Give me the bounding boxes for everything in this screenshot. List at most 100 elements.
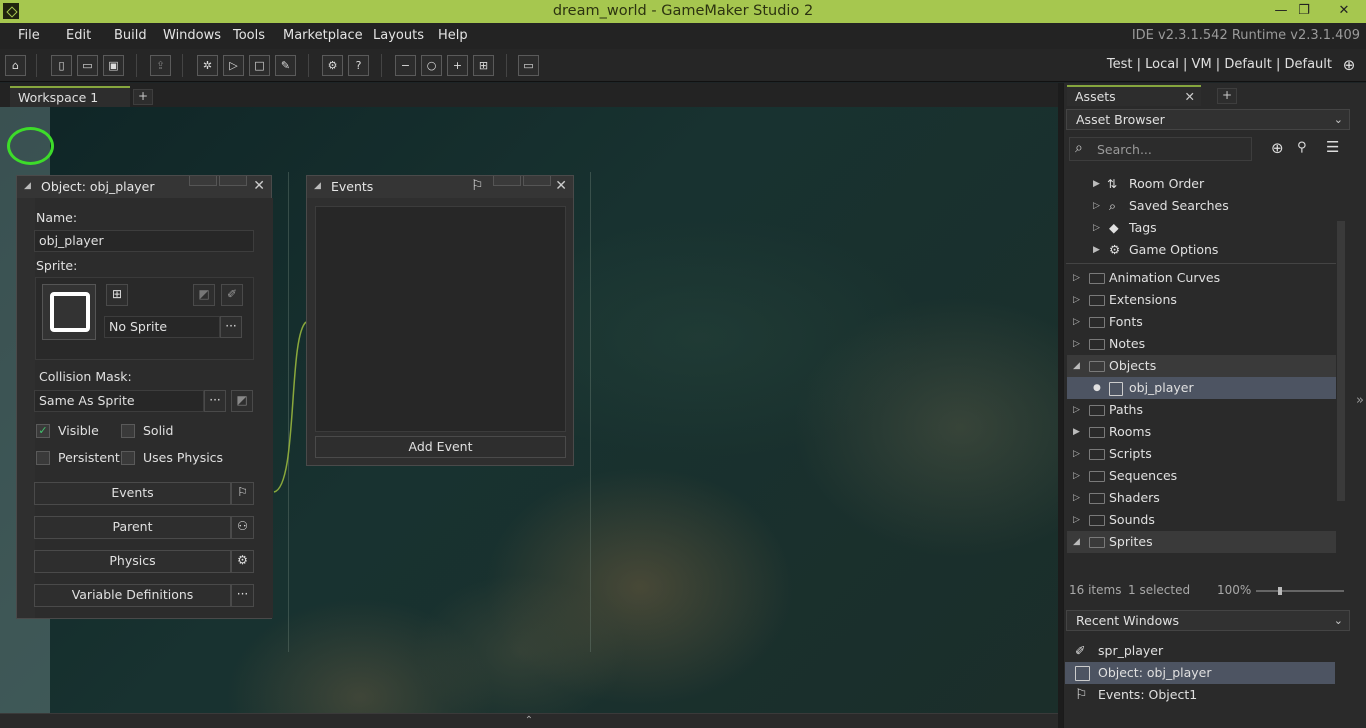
menu-file[interactable]: File — [18, 28, 40, 43]
bottom-expander[interactable]: ⌃ — [0, 713, 1058, 728]
close-window-button[interactable]: ✕ — [1322, 0, 1366, 23]
target-vm[interactable]: VM — [1192, 57, 1212, 72]
close-icon[interactable]: ✕ — [253, 176, 265, 197]
tree-item-tags[interactable]: ▷ ◆ Tags — [1067, 217, 1336, 239]
target-local[interactable]: Local — [1145, 57, 1179, 72]
edit-sprite-icon[interactable]: ◩ — [193, 284, 215, 306]
search-input[interactable]: Search... — [1097, 142, 1152, 157]
new-sprite-icon[interactable]: ⊞ — [106, 284, 128, 306]
tree-folder-paths[interactable]: ▷ Paths — [1067, 399, 1336, 421]
save-icon[interactable]: ▣ — [103, 55, 124, 76]
tree-folder-sounds[interactable]: ▷ Sounds — [1067, 509, 1336, 531]
parent-button[interactable]: Parent — [34, 516, 231, 539]
target-settings-icon[interactable]: ⊕ — [1338, 56, 1360, 76]
tree-folder-sprites[interactable]: ◢ Sprites — [1067, 531, 1336, 553]
asset-tree-scrollbar[interactable] — [1337, 221, 1345, 501]
clean-icon[interactable]: ✎ — [275, 55, 296, 76]
menu-help[interactable]: Help — [438, 28, 468, 43]
target-device[interactable]: Default — [1285, 57, 1333, 72]
collision-more-button[interactable]: ··· — [204, 390, 226, 412]
add-asset-tab-button[interactable]: + — [1217, 88, 1237, 104]
tree-folder-objects[interactable]: ◢ Objects — [1067, 355, 1336, 377]
recent-events-object1[interactable]: ⚐ Events: Object1 — [1065, 684, 1335, 706]
home-icon[interactable]: ⌂ — [5, 55, 26, 76]
sprite-preview[interactable] — [42, 284, 96, 340]
tree-folder-animation-curves[interactable]: ▷ Animation Curves — [1067, 267, 1336, 289]
create-executable-icon[interactable]: ⇪ — [150, 55, 171, 76]
collapse-triangle-icon[interactable]: ◢ — [314, 176, 321, 197]
debug-icon[interactable]: ✲ — [197, 55, 218, 76]
run-icon[interactable]: ▷ — [223, 55, 244, 76]
zoom-slider[interactable] — [1256, 587, 1344, 595]
brush-icon[interactable]: ✐ — [221, 284, 243, 306]
zoom-reset-icon[interactable]: ○ — [421, 55, 442, 76]
asset-tree[interactable]: ▶ ⇅ Room Order ▷ ⌕ Saved Searches ▷ ◆ Tags ▶ ⚙ G… — [1066, 167, 1336, 573]
workspace-canvas[interactable]: ◢ Object: obj_player ✕ Name: obj_player … — [0, 107, 1058, 713]
tree-item-room-order[interactable]: ▶ ⇅ Room Order — [1067, 173, 1336, 195]
events-button[interactable]: Events — [34, 482, 231, 505]
variable-definitions-button[interactable]: Variable Definitions — [34, 584, 231, 607]
physics-button[interactable]: Physics — [34, 550, 231, 573]
close-icon[interactable]: ✕ — [1185, 87, 1195, 107]
physics-gear-icon[interactable]: ⚙ — [231, 550, 254, 573]
collision-edit-icon[interactable]: ◩ — [231, 390, 253, 412]
sprite-select[interactable]: No Sprite — [104, 316, 220, 338]
solid-checkbox[interactable] — [121, 424, 135, 438]
events-header[interactable]: ◢ Events ⚐ ✕ — [307, 176, 573, 198]
new-project-icon[interactable]: ▯ — [51, 55, 72, 76]
uses-physics-checkbox[interactable] — [121, 451, 135, 465]
collapse-triangle-icon[interactable]: ◢ — [24, 176, 31, 197]
menu-windows[interactable]: Windows — [163, 28, 221, 43]
persistent-checkbox[interactable] — [36, 451, 50, 465]
zoom-in-icon[interactable]: + — [447, 55, 468, 76]
tree-folder-shaders[interactable]: ▷ Shaders — [1067, 487, 1336, 509]
stop-icon[interactable]: □ — [249, 55, 270, 76]
tab-workspace-1[interactable]: Workspace 1 — [10, 86, 130, 107]
menu-icon[interactable]: ☰ — [1326, 138, 1339, 156]
tree-folder-sequences[interactable]: ▷ Sequences — [1067, 465, 1336, 487]
collapse-dock-chevron-icon[interactable]: » — [1356, 393, 1364, 408]
menu-layouts[interactable]: Layouts — [373, 28, 424, 43]
preferences-gear-icon[interactable]: ⚙ — [322, 55, 343, 76]
target-config[interactable]: Default — [1224, 57, 1272, 72]
tree-item-saved-searches[interactable]: ▷ ⌕ Saved Searches — [1067, 195, 1336, 217]
open-project-icon[interactable]: ▭ — [77, 55, 98, 76]
menu-edit[interactable]: Edit — [66, 28, 91, 43]
fullscreen-icon[interactable]: ▭ — [518, 55, 539, 76]
target-test[interactable]: Test — [1107, 57, 1133, 72]
search-box[interactable]: ⌕ Search... — [1069, 137, 1252, 161]
target-selector[interactable]: Test | Local | VM | Default | Default — [1107, 57, 1332, 72]
zoom-out-icon[interactable]: − — [395, 55, 416, 76]
menu-tools[interactable]: Tools — [233, 28, 265, 43]
tree-folder-fonts[interactable]: ▷ Fonts — [1067, 311, 1336, 333]
fit-icon[interactable]: ⊞ — [473, 55, 494, 76]
events-list[interactable] — [315, 206, 566, 432]
tree-item-game-options[interactable]: ▶ ⚙ Game Options — [1067, 239, 1336, 261]
add-workspace-button[interactable]: + — [133, 89, 153, 105]
help-icon[interactable]: ? — [348, 55, 369, 76]
tree-folder-extensions[interactable]: ▷ Extensions — [1067, 289, 1336, 311]
close-icon[interactable]: ✕ — [555, 176, 567, 197]
flag-icon[interactable]: ⚐ — [231, 482, 254, 505]
create-asset-icon[interactable]: ⊕ — [1271, 139, 1284, 157]
asset-browser-dropdown[interactable]: Asset Browser ⌄ — [1066, 109, 1350, 130]
parent-hierarchy-icon[interactable]: ⚇ — [231, 516, 254, 539]
filter-icon[interactable]: ⚲ — [1297, 140, 1307, 155]
tree-item-obj-player[interactable]: ● obj_player — [1067, 377, 1336, 399]
tree-folder-rooms[interactable]: ▶ Rooms — [1067, 421, 1336, 443]
maximize-button[interactable]: ❐ — [1287, 0, 1321, 23]
collision-mask-select[interactable]: Same As Sprite — [34, 390, 204, 412]
sprite-more-button[interactable]: ··· — [220, 316, 242, 338]
recent-windows-dropdown[interactable]: Recent Windows ⌄ — [1066, 610, 1350, 631]
menu-build[interactable]: Build — [114, 28, 147, 43]
recent-object-obj-player[interactable]: Object: obj_player — [1065, 662, 1335, 684]
recent-spr-player[interactable]: ✐ spr_player — [1065, 640, 1335, 662]
visible-checkbox[interactable]: ✓ — [36, 424, 50, 438]
name-input[interactable]: obj_player — [34, 230, 254, 252]
tab-assets[interactable]: Assets ✕ — [1067, 85, 1201, 106]
object-editor-header[interactable]: ◢ Object: obj_player ✕ — [17, 176, 271, 198]
tree-folder-scripts[interactable]: ▷ Scripts — [1067, 443, 1336, 465]
add-event-button[interactable]: Add Event — [315, 436, 566, 458]
menu-marketplace[interactable]: Marketplace — [283, 28, 363, 43]
tree-folder-notes[interactable]: ▷ Notes — [1067, 333, 1336, 355]
